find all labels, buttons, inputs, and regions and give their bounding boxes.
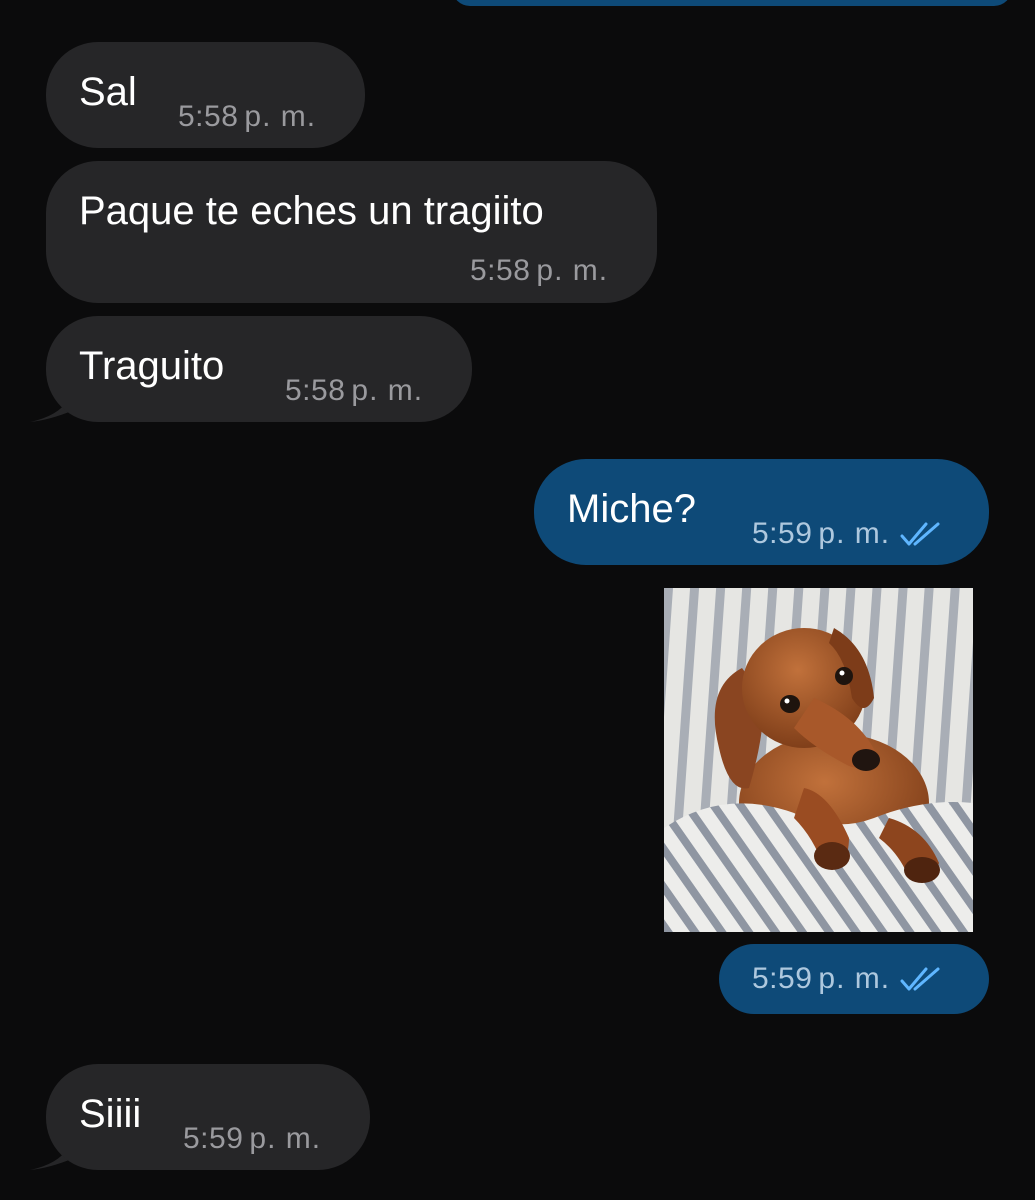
message-bubble-incoming[interactable]: Siiii 5:59 p. m. <box>46 1064 370 1170</box>
message-timestamp: 5:59 p. m. <box>752 962 942 996</box>
message-bubble-outgoing[interactable]: 5:59 p. m. <box>719 944 989 1014</box>
dachshund-image <box>664 588 973 932</box>
message-timestamp: 5:58 p. m. <box>178 100 317 133</box>
message-bubble-incoming[interactable]: Sal 5:58 p. m. <box>46 42 365 148</box>
message-text: Siiii <box>79 1092 142 1136</box>
message-text: Miche? <box>567 487 696 531</box>
previous-outgoing-bubble <box>452 0 1012 6</box>
message-bubble-outgoing[interactable]: Miche? 5:59 p. m. <box>534 459 989 565</box>
message-timestamp: 5:58 p. m. <box>470 254 609 287</box>
message-bubble-incoming[interactable]: Traguito 5:58 p. m. <box>46 316 472 422</box>
message-timestamp: 5:58 p. m. <box>285 374 424 407</box>
message-bubble-incoming[interactable]: Paque te eches un tragiito 5:58 p. m. <box>46 161 657 303</box>
message-text: Paque te eches un tragiito <box>79 189 544 233</box>
message-timestamp: 5:59 p. m. <box>752 517 942 551</box>
message-text: Traguito <box>79 344 225 388</box>
message-timestamp: 5:59 p. m. <box>183 1122 322 1155</box>
double-check-icon <box>900 965 942 993</box>
message-text: Sal <box>79 70 137 114</box>
double-check-icon <box>900 520 942 548</box>
dachshund-photo[interactable] <box>664 588 973 932</box>
